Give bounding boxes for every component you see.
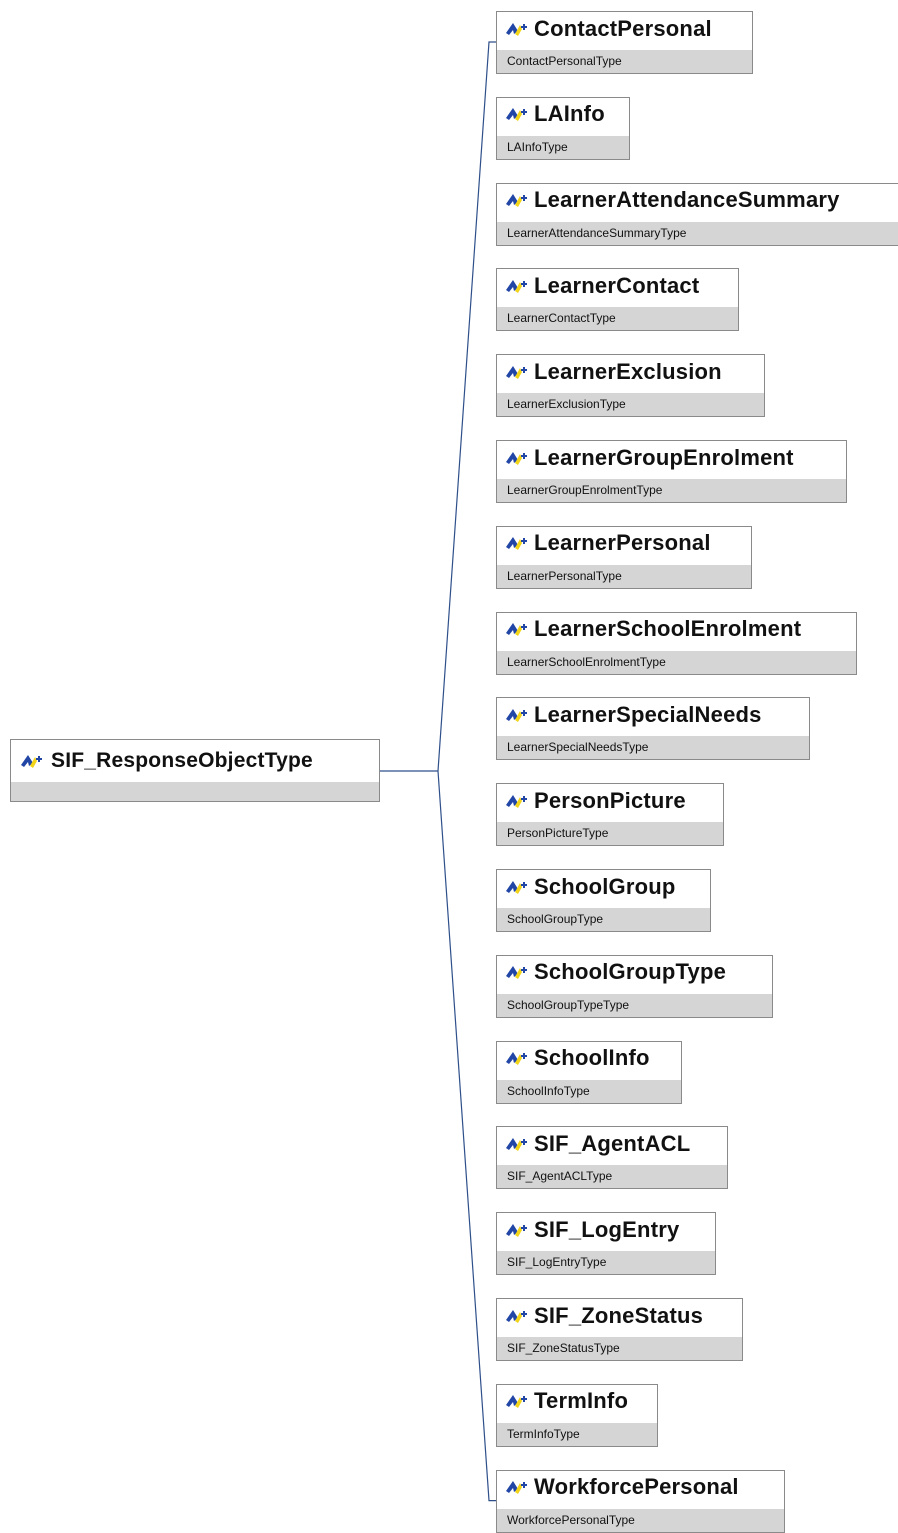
element-icon [506,279,527,293]
child-element-name: LearnerSpecialNeeds [534,701,762,727]
child-element-name: WorkforcePersonal [534,1474,739,1500]
child-element-type: PersonPictureType [497,822,723,846]
child-element-box[interactable]: LearnerPersonal LearnerPersonalType [496,525,752,589]
element-icon [506,966,527,980]
child-element-type: SIF_AgentACLType [497,1165,727,1189]
child-element-type: LearnerGroupEnrolmentType [497,479,846,502]
child-element-box[interactable]: WorkforcePersonal WorkforcePersonalType [496,1469,785,1533]
element-icon [506,623,527,637]
element-icon [506,1223,527,1237]
root-element-label: SIF_ResponseObjectType [51,749,313,772]
child-element-name: SIF_AgentACL [534,1130,691,1156]
child-element-type: SchoolGroupTypeType [497,993,772,1017]
element-icon [506,794,527,808]
element-icon [506,1481,527,1495]
element-icon [506,365,527,379]
element-icon [506,1309,527,1323]
child-element-type: SchoolInfoType [497,1079,681,1103]
child-element-type: LearnerContactType [497,307,738,331]
child-element-name: TermInfo [534,1388,629,1414]
child-element-name: LearnerExclusion [534,358,722,384]
child-element-type: SIF_LogEntryType [497,1251,715,1275]
child-element-box[interactable]: LearnerSpecialNeeds LearnerSpecialNeedsTy… [496,697,810,761]
child-element-box[interactable]: LAInfo LAInfoType [496,96,630,160]
child-element-name: SchoolGroup [534,873,676,899]
child-element-name: PersonPicture [534,787,686,813]
child-element-type: LearnerSchoolEnrolmentType [497,650,856,674]
root-type-band [11,782,379,801]
child-element-name: LearnerContact [534,272,700,298]
child-element-name: LearnerPersonal [534,530,711,556]
child-element-name: SchoolInfo [534,1045,650,1071]
child-element-name: LAInfo [534,101,605,127]
child-element-name: SIF_LogEntry [534,1216,680,1242]
branch-trunk [437,41,496,1502]
child-element-box[interactable]: LearnerAttendanceSummary LearnerAttendanc… [496,182,898,246]
element-icon [506,451,527,465]
element-icon [506,1052,527,1066]
child-element-box[interactable]: LearnerGroupEnrolment LearnerGroupEnrolme… [496,440,847,503]
child-element-box[interactable]: LearnerContact LearnerContactType [496,268,739,332]
element-icon [506,108,527,122]
child-element-box[interactable]: SIF_LogEntry SIF_LogEntryType [496,1212,716,1276]
child-element-box[interactable]: PersonPicture PersonPictureType [496,783,724,847]
child-element-box[interactable]: SchoolGroupType SchoolGroupTypeType [496,954,773,1018]
element-icon [506,708,527,722]
element-icon [506,194,527,208]
child-element-type: TermInfoType [497,1422,657,1446]
child-element-name: SchoolGroupType [534,959,727,985]
child-element-box[interactable]: TermInfo TermInfoType [496,1383,658,1447]
child-element-type: LearnerAttendanceSummaryType [497,221,898,245]
child-element-name: SIF_ZoneStatus [534,1302,704,1328]
child-element-type: WorkforcePersonalType [497,1508,784,1532]
child-element-box[interactable]: SchoolGroup SchoolGroupType [496,869,711,932]
child-element-type: LAInfoType [497,135,629,159]
child-element-name: LearnerGroupEnrolment [534,444,794,470]
element-icon [506,22,527,36]
child-element-type: LearnerSpecialNeedsType [497,736,809,760]
child-element-name: LearnerSchoolEnrolment [534,616,802,642]
child-element-box[interactable]: SIF_ZoneStatus SIF_ZoneStatusType [496,1298,743,1361]
element-icon [506,880,527,894]
element-icon [506,537,527,551]
element-icon [506,1395,527,1409]
child-element-name: LearnerAttendanceSummary [534,187,840,213]
child-element-box[interactable]: LearnerExclusion LearnerExclusionType [496,354,765,418]
child-element-box[interactable]: LearnerSchoolEnrolment LearnerSchoolEnrol… [496,611,857,675]
child-element-type: LearnerExclusionType [497,393,764,417]
child-element-type: ContactPersonalType [497,50,752,73]
child-element-box[interactable]: SIF_AgentACL SIF_AgentACLType [496,1126,728,1190]
child-element-type: SIF_ZoneStatusType [497,1337,742,1360]
child-element-type: LearnerPersonalType [497,564,751,588]
element-icon [21,755,42,768]
child-element-box[interactable]: SchoolInfo SchoolInfoType [496,1040,682,1104]
child-element-box[interactable]: ContactPersonal ContactPersonalType [496,11,753,74]
child-element-type: SchoolGroupType [497,908,710,931]
root-element-box[interactable]: SIF_ResponseObjectType [10,739,380,802]
child-element-name: ContactPersonal [534,15,712,41]
element-icon [506,1137,527,1151]
